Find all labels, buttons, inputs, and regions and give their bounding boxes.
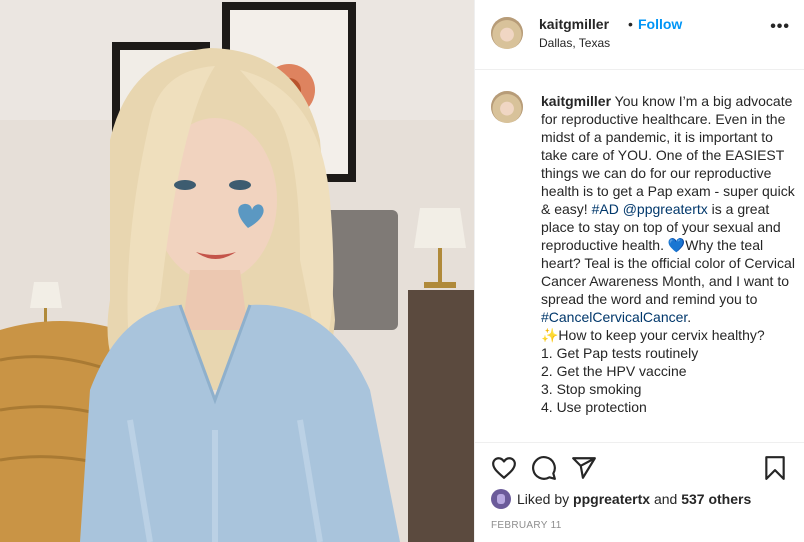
caption-list-item: 4. Use protection — [541, 399, 647, 415]
heart-icon[interactable] — [491, 455, 517, 481]
separator-dot: • — [628, 16, 633, 32]
post-date[interactable]: FEBRUARY 11 — [491, 520, 562, 531]
likes-count-link[interactable]: 537 others — [681, 491, 751, 507]
username-link[interactable]: kaitgmiller — [539, 16, 609, 32]
likes-mid: and — [653, 491, 678, 507]
mention-link[interactable]: @ppgreatertx — [623, 201, 708, 217]
caption-area: kaitgmiller You know I’m a big advocate … — [475, 70, 804, 442]
caption-list-item: 3. Stop smoking — [541, 381, 642, 397]
share-icon[interactable] — [571, 455, 597, 481]
hashtag-ad[interactable]: #AD — [592, 201, 619, 217]
avatar[interactable] — [491, 17, 523, 49]
portrait-photo — [0, 0, 474, 542]
caption-body-3: . — [687, 309, 692, 325]
location-link[interactable]: Dallas, Texas — [539, 36, 610, 50]
caption-username[interactable]: kaitgmiller — [541, 93, 611, 109]
instagram-post: kaitgmiller • Follow Dallas, Texas ••• k… — [0, 0, 804, 542]
post-photo[interactable] — [0, 0, 474, 542]
likes-prefix: Liked by — [517, 491, 570, 507]
caption-question: ✨How to keep your cervix healthy? — [541, 327, 765, 343]
action-bar: Liked by ppgreatertx and 537 others FEBR… — [475, 442, 804, 542]
comment-icon[interactable] — [531, 455, 557, 481]
likes-summary: Liked by ppgreatertx and 537 others — [491, 489, 751, 509]
caption-list-item: 2. Get the HPV vaccine — [541, 363, 687, 379]
liker-username[interactable]: ppgreatertx — [573, 491, 650, 507]
bookmark-icon[interactable] — [762, 455, 788, 481]
more-options-icon[interactable]: ••• — [770, 18, 790, 36]
caption-body-1: You know I’m a big advocate for reproduc… — [541, 93, 795, 217]
hashtag-cancel-cervical-cancer[interactable]: #CancelCervicalCancer — [541, 309, 687, 325]
caption-list-item: 1. Get Pap tests routinely — [541, 345, 699, 361]
post-header: kaitgmiller • Follow Dallas, Texas ••• — [475, 0, 804, 70]
caption-text: kaitgmiller You know I’m a big advocate … — [541, 92, 797, 416]
liker-avatar[interactable] — [491, 489, 511, 509]
post-sidebar: kaitgmiller • Follow Dallas, Texas ••• k… — [474, 0, 804, 542]
caption-avatar[interactable] — [491, 91, 523, 123]
follow-button[interactable]: Follow — [638, 16, 682, 32]
